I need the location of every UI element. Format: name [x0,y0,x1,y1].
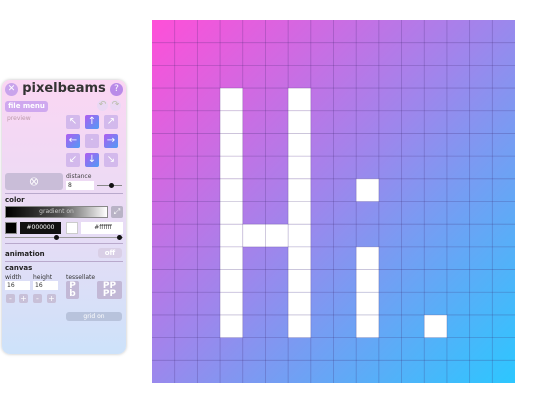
height-increment-button[interactable]: + [47,294,56,303]
pixel-cell-filled[interactable] [288,314,311,338]
pixel-cell-filled[interactable] [220,224,243,247]
pixel-cell-filled[interactable] [356,314,379,338]
arrow-right-button[interactable]: → [104,134,118,148]
swap-icon: ⤢ [113,207,121,216]
width-decrement-button[interactable]: - [6,294,15,303]
arrow-down-left-button[interactable]: ↙ [66,153,80,167]
grid-toggle[interactable]: grid on [66,312,122,321]
animation-section-label: animation [5,250,45,258]
undo-button[interactable]: ↶ [97,100,108,111]
pixel-cell-filled[interactable] [356,292,379,315]
arrow-up-left-icon: ↖ [68,116,78,127]
pixel-cell-filled[interactable] [288,246,311,270]
arrow-up-right-icon: ↗ [106,116,116,127]
pixel-canvas[interactable] [152,20,515,383]
pixel-cell-filled[interactable] [288,292,311,315]
arrow-up-left-button[interactable]: ↖ [66,115,80,129]
pixel-cell-filled[interactable] [220,269,243,293]
arrow-down-right-button[interactable]: ↘ [104,153,118,167]
arrow-up-button[interactable]: ↑ [85,115,99,129]
help-button[interactable]: ? [110,83,123,96]
pixel-cell-filled[interactable] [242,224,266,247]
pixel-cell-filled[interactable] [220,156,243,179]
color1-slider-knob[interactable] [54,235,59,240]
tessellate-repeat-button[interactable]: PP PP [97,281,122,299]
pixel-grid[interactable] [152,20,515,383]
canvas-section-label: canvas [5,264,33,272]
height-input[interactable]: 16 [33,281,58,290]
distance-input[interactable]: 8 [66,181,94,190]
pixel-cell-filled[interactable] [288,133,311,157]
pixel-cell-filled[interactable] [288,201,311,225]
control-panel: ✕ pixelbeams ? file menu ↶ ↷ preview ↖ ↑ ↗… [2,80,126,354]
direction-pad: ↖ ↑ ↗ ← · → ↙ ↓ ↘ [66,115,122,171]
color1-hex-input[interactable]: #000000 [20,222,61,234]
width-input[interactable]: 16 [5,281,30,290]
pixel-cell-filled[interactable] [265,224,289,247]
color1-swatch[interactable] [5,222,17,234]
pixel-cell-filled[interactable] [220,314,243,338]
pixel-cell-filled[interactable] [356,178,379,202]
undo-icon: ↶ [98,100,107,110]
center-icon: · [90,135,94,146]
distance-slider[interactable] [97,183,122,188]
app-title: pixelbeams [22,81,106,96]
help-icon: ? [114,84,119,94]
pixel-cell-filled[interactable] [220,178,243,202]
arrow-left-button[interactable]: ← [66,134,80,148]
divider [5,261,123,262]
height-label: height [33,274,53,281]
distance-slider-knob[interactable] [108,183,114,188]
pixel-cell-filled[interactable] [288,224,311,247]
color2-swatch[interactable] [66,222,78,234]
arrow-up-icon: ↑ [87,116,97,127]
fill-button[interactable]: ⭙ [5,173,63,190]
animation-toggle[interactable]: off [98,248,122,258]
redo-button[interactable]: ↷ [110,100,121,111]
pixel-cell-filled[interactable] [288,88,311,111]
arrow-down-right-icon: ↘ [106,154,116,165]
gradient-toggle[interactable]: gradient on [5,206,108,218]
arrow-left-icon: ← [68,135,78,146]
divider [5,193,123,194]
pixel-cell-filled[interactable] [288,178,311,202]
pixel-cell-filled[interactable] [220,88,243,111]
file-menu-button[interactable]: file menu [5,101,48,112]
color2-hex-input[interactable]: #ffffff [81,222,123,234]
tessellate-label: tessellate [66,274,96,281]
width-label: width [5,274,22,281]
pixel-cell-filled[interactable] [288,156,311,179]
preview-area [5,114,63,170]
pixel-cell-filled[interactable] [220,133,243,157]
arrow-down-left-icon: ↙ [68,154,78,165]
swap-colors-button[interactable]: ⤢ [111,206,123,218]
color-slider-track [5,237,123,238]
pixel-cell-filled[interactable] [288,269,311,293]
pixel-cell-filled[interactable] [424,314,447,338]
pixel-cell-filled[interactable] [356,269,379,293]
pixel-cell-filled[interactable] [220,246,243,270]
distance-label: distance [66,173,92,180]
color2-slider-knob[interactable] [117,235,122,240]
arrow-down-button[interactable]: ↓ [85,153,99,167]
pixel-cell-filled[interactable] [220,292,243,315]
pixel-cell-filled[interactable] [356,246,379,270]
pixel-cell-filled[interactable] [288,110,311,134]
paint-bucket-icon: ⭙ [29,175,39,188]
pixel-cell-filled[interactable] [220,201,243,225]
arrow-right-icon: → [106,135,116,146]
color-section-label: color [5,196,25,204]
pixel-cell-filled[interactable] [220,110,243,134]
center-button[interactable]: · [85,134,99,148]
arrow-up-right-button[interactable]: ↗ [104,115,118,129]
divider [5,243,123,244]
tessellate-mirror-button[interactable]: P b [66,281,79,299]
arrow-down-icon: ↓ [87,154,97,165]
redo-icon: ↷ [111,100,120,110]
height-decrement-button[interactable]: - [33,294,42,303]
width-increment-button[interactable]: + [19,294,28,303]
